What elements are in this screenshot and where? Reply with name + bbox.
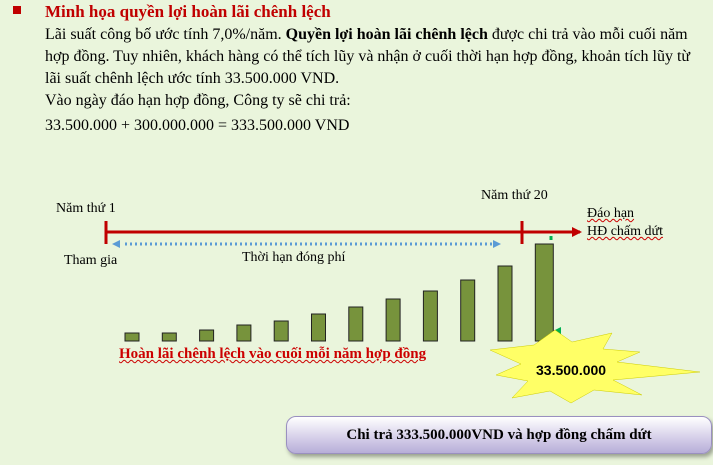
premium-period-arrow-tail [112,240,120,248]
bar-year-2 [161,332,177,342]
bar-year-10 [460,279,476,342]
payout-text: Chi trả 333.500.000VND và hợp đồng chấm … [346,426,652,443]
bar-year-3 [199,329,215,342]
bar-year-7 [348,306,364,342]
premium-period-label: Thời hạn đóng phí [242,250,346,265]
burst-amount: 33.500.000 [536,362,607,378]
bar-year-6 [311,313,326,342]
bar-year-4 [236,324,252,342]
bar-year-1 [124,332,140,342]
bar-year-12 [534,243,554,342]
payout-box: Chi trả 333.500.000VND và hợp đồng chấm … [286,416,712,454]
join-label: Tham gia [64,253,118,268]
bar-year-9 [422,290,438,342]
maturity-label-2: HĐ chấm dứt [587,224,664,239]
year20-label: Năm thứ 20 [481,188,548,203]
bar-year-11 [497,265,513,342]
bar-year-8 [385,298,401,342]
year1-label: Năm thứ 1 [56,201,116,216]
bar-year-5 [273,320,289,342]
refund-label: Hoàn lãi chênh lệch vào cuối mỗi năm hợp… [119,346,427,362]
maturity-label-1: Đáo hạn [587,206,635,221]
